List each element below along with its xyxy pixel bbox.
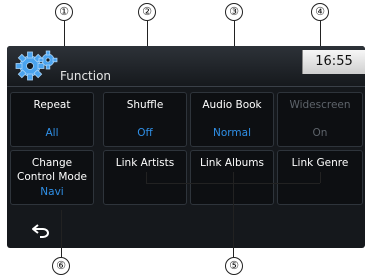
audio-book-value: Normal [213, 127, 251, 139]
callout-2: ② [138, 3, 156, 21]
change-control-mode-label-line1: Change [31, 157, 73, 169]
repeat-button[interactable]: Repeat All [10, 92, 94, 147]
repeat-label: Repeat [33, 99, 71, 111]
change-control-mode-button[interactable]: Change Control Mode Navi [10, 150, 94, 205]
shuffle-button[interactable]: Shuffle Off [103, 92, 187, 147]
change-control-mode-value: Navi [40, 186, 64, 198]
shuffle-label: Shuffle [126, 99, 164, 111]
bracket-left-tick [146, 172, 147, 183]
header-divider [7, 86, 365, 87]
link-artists-button[interactable]: Link Artists [103, 150, 187, 205]
bracket-mid-tick [233, 172, 234, 183]
header-bar: Function 16:55 [7, 46, 365, 86]
callout-6: ⑥ [52, 257, 70, 275]
page-title: Function [60, 69, 112, 83]
callout-6-leader [61, 210, 62, 257]
widescreen-button: Widescreen On [277, 92, 363, 147]
link-albums-button[interactable]: Link Albums [190, 150, 274, 205]
callout-3: ③ [225, 3, 243, 21]
shuffle-value: Off [137, 127, 153, 139]
repeat-value: All [45, 127, 59, 139]
clock: 16:55 [302, 50, 365, 74]
change-control-mode-label-line2: Control Mode [17, 171, 87, 183]
back-button[interactable] [7, 213, 75, 248]
link-artists-label: Link Artists [115, 157, 175, 169]
audio-book-button[interactable]: Audio Book Normal [190, 92, 274, 147]
callout-4: ④ [311, 3, 329, 21]
audio-book-label: Audio Book [202, 99, 262, 111]
link-albums-label: Link Albums [200, 157, 264, 169]
bracket-right-tick [320, 172, 321, 183]
callout-1: ① [55, 3, 73, 21]
widescreen-value: On [312, 127, 328, 139]
back-arrow-icon [32, 223, 49, 238]
widescreen-label: Widescreen [289, 99, 351, 111]
callout-5-leader [233, 183, 234, 257]
gear-icon [15, 50, 58, 81]
link-genre-label: Link Genre [291, 157, 349, 169]
callout-5: ⑤ [225, 257, 243, 275]
